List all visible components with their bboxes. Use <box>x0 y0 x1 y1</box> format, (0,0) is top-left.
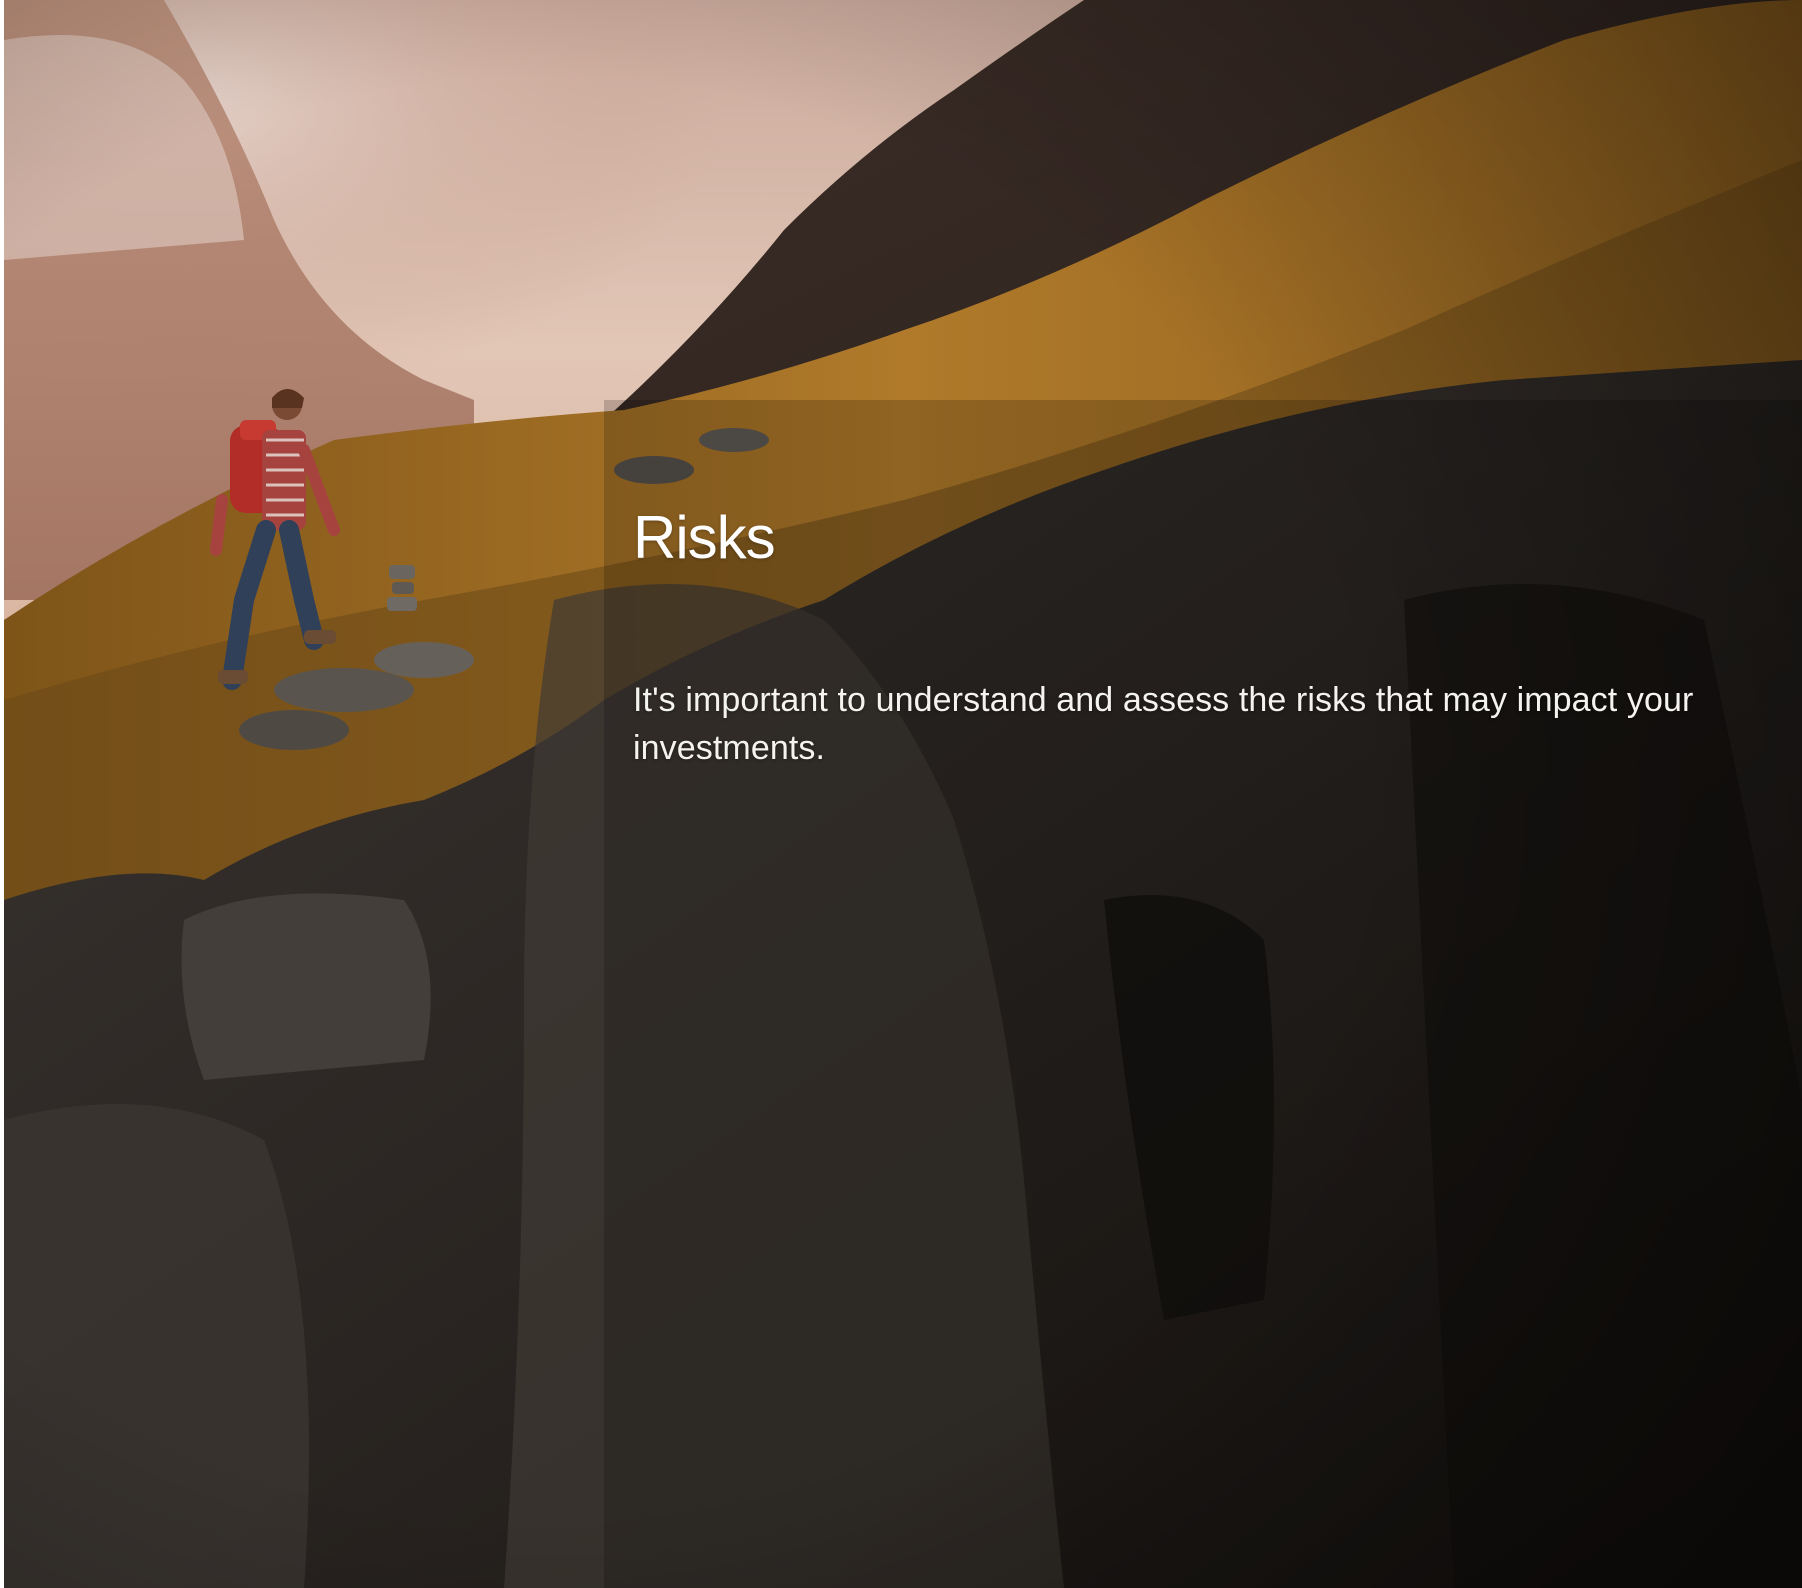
mountain-hiker-photo <box>4 0 1802 1588</box>
intro-paragraph: It's important to understand and assess … <box>633 681 1694 767</box>
risks-page: Risks It's important to understand and a… <box>0 0 1802 1588</box>
page-title: Risks <box>633 504 776 571</box>
hero-section: Risks It's important to understand and a… <box>4 0 1802 1588</box>
hero-content: Risks It's important to understand and a… <box>633 500 1733 772</box>
